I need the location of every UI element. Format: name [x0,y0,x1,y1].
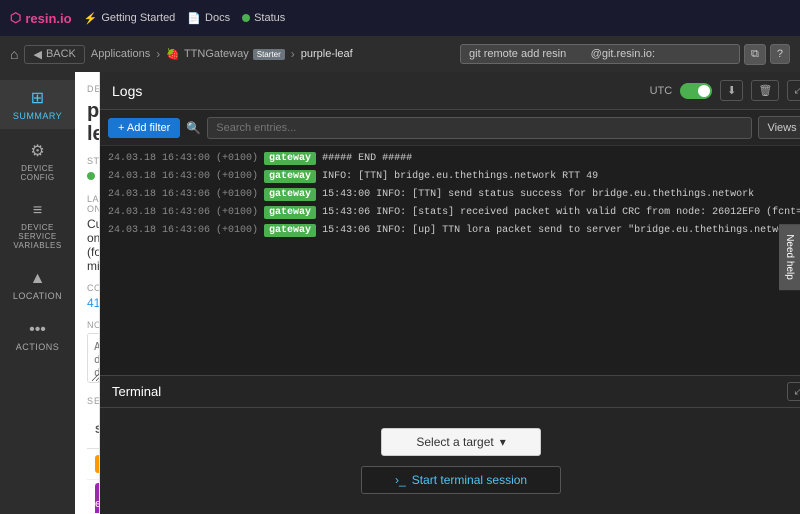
search-icon: 🔍 [186,121,201,135]
sidebar-label-location: LOCATION [13,291,62,301]
main-layout: ⊞ SUMMARY ⚙ DEVICE CONFIG ≡ DEVICE SERVI… [0,72,800,514]
raspberry-icon: 🍓 [166,48,180,61]
docs-nav[interactable]: 📄 Docs [187,12,230,25]
terminal-header: Terminal ⤢ [100,376,800,408]
sidebar-label-device-config: DEVICE CONFIG [4,164,71,182]
log-badge: gateway [264,152,316,165]
terminal-section: Terminal ⤢ Select a target ▾ ›_ Start te… [100,375,800,514]
views-button[interactable]: Views ▾ [758,116,800,139]
device-vars-icon: ≡ [33,202,42,220]
last-online-value: Currently online (for a minute) [87,217,100,273]
log-line: 24.03.18 16:43:06 (+0100) gateway 15:43:… [100,222,800,240]
actions-icon: ••• [29,321,46,339]
location-icon: ▲ [30,270,46,288]
right-panel: Logs UTC ⬇ 🗑 ⤢ + Add filter 🔍 Views ▾ [100,72,800,514]
utc-toggle[interactable] [680,83,712,99]
sidebar-item-location[interactable]: ▲ LOCATION [0,262,75,309]
log-badge: gateway [264,206,316,219]
last-online-block: LAST ONLINE Currently online (for a minu… [87,194,100,273]
git-copy-button[interactable]: ⧉ [744,44,766,65]
log-line: 24.03.18 16:43:06 (+0100) gateway 15:43:… [100,204,800,222]
online-indicator [87,172,95,180]
breadcrumb-sep2: › [291,47,295,61]
logs-header: Logs UTC ⬇ 🗑 ⤢ [100,72,800,110]
table-row: gateway Running 4171e99 [87,449,100,480]
back-button[interactable]: ◀ BACK [24,45,84,64]
add-filter-button[interactable]: + Add filter [108,118,180,138]
sidebar-label-summary: SUMMARY [13,111,62,121]
content-area: DEVICE purple-leaf ↺ Reboot ↺ Restart 📍 … [75,72,800,514]
git-help-button[interactable]: ? [770,44,790,64]
service-name-prom: prom-exporter [87,480,100,514]
search-logs-input[interactable] [207,117,752,139]
toggle-switch[interactable] [680,83,712,99]
breadcrumb-gateway[interactable]: 🍓 TTNGateway Starter [166,48,285,61]
bolt-icon: ⚡ [84,12,98,25]
device-panel: DEVICE purple-leaf ↺ Reboot ↺ Restart 📍 … [75,72,100,514]
status-nav[interactable]: Status [242,12,285,24]
status-value: Online [87,169,100,183]
sidebar: ⊞ SUMMARY ⚙ DEVICE CONFIG ≡ DEVICE SERVI… [0,72,75,514]
log-line: 24.03.18 16:43:00 (+0100) gateway ##### … [100,150,800,168]
breadcrumb-nav: ⌂ ◀ BACK Applications › 🍓 TTNGateway Sta… [0,36,800,72]
status-block: STATUS Online [87,156,100,184]
logs-title: Logs [112,83,142,99]
breadcrumb-applications[interactable]: Applications [91,48,150,60]
expand-logs-button[interactable]: ⤢ [787,80,800,101]
sidebar-item-actions[interactable]: ••• ACTIONS [0,313,75,360]
status-dot [242,14,250,22]
logs-toolbar: + Add filter 🔍 Views ▾ [100,110,800,146]
service-name-gateway: gateway [87,449,100,480]
commit-label: COMMIT [87,283,100,293]
breadcrumb-sep1: › [156,47,160,61]
git-input[interactable] [460,44,740,64]
starter-badge: Starter [253,49,285,60]
doc-icon: 📄 [187,12,201,25]
log-line: 24.03.18 16:43:00 (+0100) gateway INFO: … [100,168,800,186]
last-online-label: LAST ONLINE [87,194,100,214]
sidebar-item-device-vars[interactable]: ≡ DEVICE SERVICE VARIABLES [0,194,75,258]
device-name: purple-leaf [87,100,100,146]
sidebar-item-device-config[interactable]: ⚙ DEVICE CONFIG [0,133,75,190]
logo-icon: ⬡ [10,10,21,26]
commit-value: 4171e99 ⧉ [87,296,100,310]
terminal-expand-button[interactable]: ⤢ [787,382,800,401]
getting-started-nav[interactable]: ⚡ Getting Started [84,12,176,25]
back-chevron: ◀ [33,48,41,61]
utc-label: UTC [650,85,673,97]
terminal-title: Terminal [112,384,161,399]
log-entries: 24.03.18 16:43:00 (+0100) gateway ##### … [100,146,800,375]
summary-icon: ⊞ [31,88,44,108]
top-nav: ⬡ resin.io ⚡ Getting Started 📄 Docs Stat… [0,0,800,36]
status-label: STATUS [87,156,100,166]
sidebar-label-actions: ACTIONS [16,342,60,352]
col-service[interactable]: Service ⇅ [87,412,100,449]
sidebar-label-device-vars: DEVICE SERVICE VARIABLES [4,223,71,250]
log-line: 24.03.18 16:43:06 (+0100) gateway 15:43:… [100,186,800,204]
commit-block: COMMIT 4171e99 ⧉ [87,283,100,310]
breadcrumb-current: purple-leaf [301,48,353,60]
device-config-icon: ⚙ [30,141,44,161]
git-input-area: ⧉ ? [460,44,790,65]
services-table: Service ⇅ Status ⇅ Commit ⇅ [87,412,100,514]
logo: ⬡ resin.io [10,10,72,26]
table-row: prom-exporter Running 4171e99 [87,480,100,514]
log-badge: gateway [264,170,316,183]
sidebar-item-summary[interactable]: ⊞ SUMMARY [0,80,75,129]
home-icon[interactable]: ⌂ [10,46,18,62]
notes-textarea[interactable] [87,333,100,383]
clear-logs-button[interactable]: 🗑 [751,80,779,101]
terminal-prompt-icon: ›_ [395,473,406,487]
need-help-tab[interactable]: Need help [779,224,800,290]
terminal-body: Select a target ▾ ›_ Start terminal sess… [100,408,800,514]
select-target-chevron: ▾ [500,435,506,449]
log-badge: gateway [264,188,316,201]
select-target-button[interactable]: Select a target ▾ [381,428,541,456]
download-logs-button[interactable]: ⬇ [720,80,743,101]
start-terminal-button[interactable]: ›_ Start terminal session [361,466,561,494]
log-badge: gateway [264,224,316,237]
